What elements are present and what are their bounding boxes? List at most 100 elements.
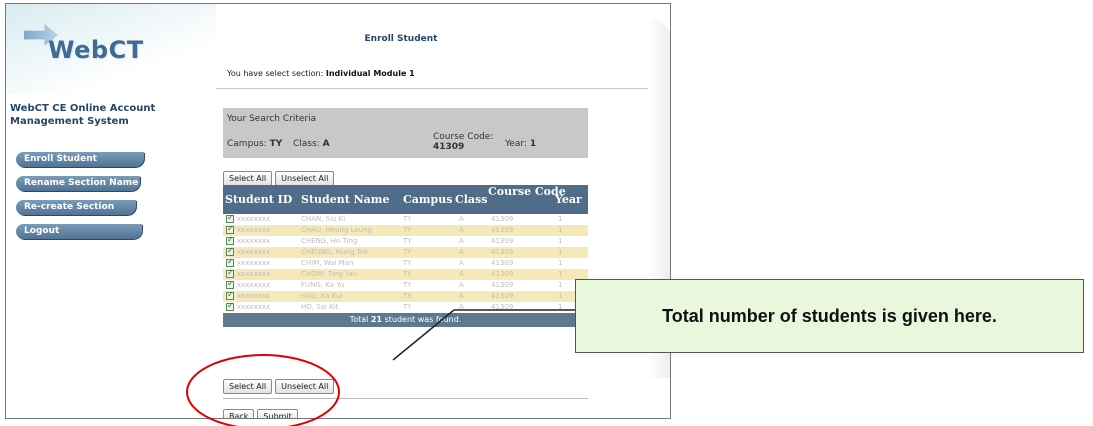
bottom-button-row: Select All Unselect All — [223, 374, 337, 394]
cell-student-id: xxxxxxxx — [237, 292, 271, 300]
unselect-all-button-bottom[interactable]: Unselect All — [275, 379, 335, 394]
cell-class: A — [459, 303, 464, 311]
table-row: xxxxxxxx CHAU, Heung Leung TY A 41309 1 — [223, 224, 588, 236]
select-all-button[interactable]: Select All — [223, 171, 273, 186]
table-row: xxxxxxxx CHEUNG, Hung Tak TY A 41309 1 — [223, 246, 588, 258]
criteria-campus: Campus: TY — [227, 139, 282, 149]
year-value: 1 — [529, 139, 537, 149]
row-checkbox[interactable] — [226, 224, 234, 234]
sidebar-menu: Enroll Student Rename Section Name Re-cr… — [16, 152, 144, 248]
class-label: Class: — [293, 139, 320, 149]
cell-year: 1 — [558, 237, 563, 245]
row-checkbox[interactable] — [226, 279, 234, 289]
cell-code: 41309 — [491, 281, 514, 289]
criteria-course-code: Course Code: 41309 — [433, 132, 493, 152]
row-checkbox[interactable] — [226, 213, 234, 223]
total-count: 21 — [370, 315, 383, 324]
criteria-class: Class: A — [293, 139, 330, 149]
cell-class: A — [459, 270, 464, 278]
header-student-name: Student Name — [301, 193, 390, 206]
course-code-value: 41309 — [433, 142, 465, 152]
row-checkbox[interactable] — [226, 290, 234, 300]
select-all-button-bottom[interactable]: Select All — [223, 379, 273, 394]
cell-code: 41309 — [491, 215, 514, 223]
campus-value: TY — [269, 139, 283, 149]
cell-code: 41309 — [491, 226, 514, 234]
course-code-label: Course Code: — [433, 132, 494, 142]
cell-campus: TY — [403, 226, 412, 234]
total-suffix: student was found. — [384, 315, 462, 324]
table-body: xxxxxxxx CHAN, Siu Ki TY A 41309 1 xxxxxxxx CHA… — [223, 213, 588, 313]
campus-label: Campus: — [227, 139, 267, 149]
cell-class: A — [459, 281, 464, 289]
table-row: xxxxxxxx CHOW, Ting Yau TY A 41309 1 — [223, 268, 588, 280]
form-button-row: Back Submit — [223, 404, 301, 418]
cell-code: 41309 — [491, 292, 514, 300]
cell-name: CHIM, Wai Man — [301, 259, 354, 267]
submit-button[interactable]: Submit — [257, 409, 298, 418]
cell-name: HO, Sai Kit — [301, 303, 339, 311]
cell-class: A — [459, 248, 464, 256]
cell-student-id: xxxxxxxx — [237, 237, 271, 245]
row-checkbox[interactable] — [226, 257, 234, 267]
cell-campus: TY — [403, 292, 412, 300]
cell-student-id: xxxxxxxx — [237, 303, 271, 311]
menu-enroll-student[interactable]: Enroll Student — [16, 152, 144, 167]
table-row: xxxxxxxx CHIM, Wai Man TY A 41309 1 — [223, 257, 588, 269]
cell-name: CHAN, Siu Ki — [301, 215, 346, 223]
table-row: xxxxxxxx FUNG, Ka Yu TY A 41309 1 — [223, 279, 588, 291]
page-title: Enroll Student — [364, 34, 438, 44]
header-year: Year — [555, 193, 582, 206]
criteria-year: Year: 1 — [505, 139, 536, 149]
cell-name: CHAU, Heung Leung — [301, 226, 373, 234]
menu-rename-section[interactable]: Rename Section Name — [16, 176, 140, 191]
row-checkbox[interactable] — [226, 235, 234, 245]
cell-student-id: xxxxxxxx — [237, 248, 271, 256]
cell-student-id: xxxxxxxx — [237, 226, 271, 234]
row-checkbox[interactable] — [226, 268, 234, 278]
cell-campus: TY — [403, 270, 412, 278]
cell-year: 1 — [558, 248, 563, 256]
cell-year: 1 — [558, 292, 563, 300]
top-button-row: Select All Unselect All — [223, 166, 337, 186]
cell-code: 41309 — [491, 237, 514, 245]
cell-campus: TY — [403, 303, 412, 311]
cell-class: A — [459, 226, 464, 234]
unselect-all-button[interactable]: Unselect All — [275, 171, 335, 186]
header-course-code: Course Code — [488, 185, 566, 198]
back-button[interactable]: Back — [223, 409, 255, 418]
cell-year: 1 — [558, 259, 563, 267]
menu-recreate-section[interactable]: Re-create Section — [16, 200, 136, 215]
header-class: Class — [455, 193, 488, 206]
cell-code: 41309 — [491, 270, 514, 278]
cell-campus: TY — [403, 248, 412, 256]
cell-year: 1 — [558, 226, 563, 234]
cell-student-id: xxxxxxxx — [237, 215, 271, 223]
cell-year: 1 — [558, 303, 563, 311]
logo: WebCT — [6, 4, 216, 94]
cell-code: 41309 — [491, 259, 514, 267]
logo-text: WebCT — [48, 36, 144, 64]
cell-campus: TY — [403, 281, 412, 289]
search-criteria: Your Search Criteria Campus: TY Class: A… — [223, 108, 588, 158]
app-window: WebCT WebCT CE Online Account Management… — [5, 3, 671, 419]
table-header: Student ID Student Name Campus Class Cou… — [223, 185, 588, 214]
system-title: WebCT CE Online Account Management Syste… — [10, 103, 156, 127]
cell-student-id: xxxxxxxx — [237, 270, 271, 278]
cell-campus: TY — [403, 237, 412, 245]
menu-logout[interactable]: Logout — [16, 224, 142, 239]
row-checkbox[interactable] — [226, 246, 234, 256]
cell-year: 1 — [558, 281, 563, 289]
section-name: Individual Module 1 — [325, 69, 415, 78]
row-checkbox[interactable] — [226, 301, 234, 311]
header-student-id: Student ID — [225, 193, 293, 206]
cell-class: A — [459, 237, 464, 245]
cell-name: FUNG, Ka Yu — [301, 281, 345, 289]
header-campus: Campus — [403, 193, 453, 206]
divider — [223, 398, 588, 399]
cell-class: A — [459, 215, 464, 223]
student-table: Student ID Student Name Campus Class Cou… — [223, 185, 588, 327]
cell-year: 1 — [558, 270, 563, 278]
cell-name: CHEUNG, Hung Tak — [301, 248, 369, 256]
criteria-title: Your Search Criteria — [227, 114, 317, 124]
